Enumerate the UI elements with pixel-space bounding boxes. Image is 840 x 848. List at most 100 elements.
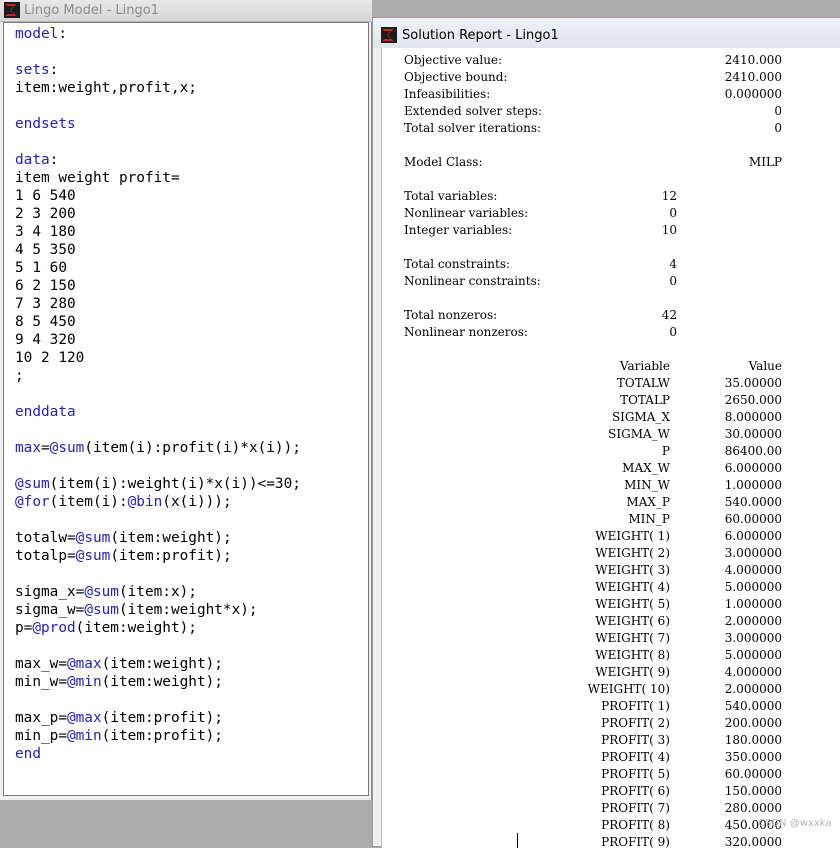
variable-value: 60.00000 (724, 767, 782, 781)
variable-name: TOTALW (616, 376, 670, 390)
report-value: 0 (774, 121, 782, 135)
code-editor[interactable]: model: sets: item:weight,profit,x; endse… (3, 22, 369, 796)
code-text: (item:weight); (110, 530, 232, 546)
code-text: item weight profit= (15, 170, 180, 186)
code-keyword: @prod (32, 620, 76, 636)
variable-value: 2.000000 (724, 614, 782, 628)
report-label: Objective bound: (404, 70, 508, 84)
model-window-titlebar[interactable]: Lingo Model - Lingo1 (0, 0, 372, 22)
variable-value: 540.0000 (724, 495, 782, 509)
code-text: totalp= (15, 548, 76, 564)
model-window[interactable]: Lingo Model - Lingo1 model: sets: item:w… (0, 0, 372, 800)
model-code[interactable]: model: sets: item:weight,profit,x; endse… (15, 25, 301, 763)
report-value: 2410.000 (724, 70, 782, 84)
code-line: 3 4 180 (15, 224, 76, 240)
variable-value: 4.000000 (724, 665, 782, 679)
text-cursor (517, 833, 518, 848)
code-text: (item:profit); (101, 710, 223, 726)
code-text: 2 3 200 (15, 206, 76, 222)
code-line: item weight profit= (15, 170, 180, 186)
code-line: max_p=@max(item:profit); (15, 710, 223, 726)
variable-value: 3.000000 (724, 631, 782, 645)
report-label: Nonlinear nonzeros: (404, 325, 528, 339)
code-line: totalw=@sum(item:weight); (15, 530, 232, 546)
code-text: 9 4 320 (15, 332, 76, 348)
code-keyword: @for (15, 494, 50, 510)
watermark: CSDN @wxxka (758, 818, 832, 829)
code-line: 6 2 150 (15, 278, 76, 294)
report-label: Extended solver steps: (404, 104, 543, 118)
variable-value: 2650.000 (724, 393, 782, 407)
code-text: (item:x); (118, 584, 197, 600)
report-label: Integer variables: (404, 223, 513, 237)
report-text-area[interactable]: Objective value: 2410.000 Objective bound:… (381, 48, 840, 848)
value-column-header: Value (748, 359, 782, 373)
code-line: min_w=@min(item:weight); (15, 674, 223, 690)
variable-name: PROFIT( 1) (601, 699, 670, 713)
code-line: max_w=@max(item:weight); (15, 656, 223, 672)
code-line: data: (15, 152, 58, 168)
code-text: item:weight,profit,x; (15, 80, 197, 96)
code-line: 7 3 280 (15, 296, 76, 312)
variable-name: P (661, 444, 670, 458)
code-keyword: data (15, 152, 50, 168)
code-text: : (58, 26, 67, 42)
report-label: Nonlinear variables: (404, 206, 529, 220)
code-line: 4 5 350 (15, 242, 76, 258)
code-line: enddata (15, 404, 76, 420)
code-keyword: max (15, 440, 41, 456)
report-value: 2410.000 (724, 53, 782, 67)
model-window-title: Lingo Model - Lingo1 (24, 3, 159, 18)
solution-report-window[interactable]: Solution Report - Lingo1 Objective value… (372, 17, 840, 848)
variable-value: 5.000000 (724, 580, 782, 594)
variable-name: MAX_P (626, 495, 670, 509)
code-keyword: @min (66, 728, 102, 744)
report-label: Total constraints: (404, 257, 511, 271)
lingo-app-icon (381, 27, 397, 43)
code-line: item:weight,profit,x; (15, 80, 197, 96)
code-text: (item:weight); (75, 620, 197, 636)
code-text: 1 6 540 (15, 188, 76, 204)
code-text: (item(i):profit(i)*x(i)); (84, 440, 301, 456)
variable-value: 180.0000 (724, 733, 782, 747)
code-line: max=@sum(item(i):profit(i)*x(i)); (15, 440, 301, 456)
report-value: 12 (661, 189, 677, 203)
report-value: 0.000000 (724, 87, 782, 101)
code-line: sigma_x=@sum(item:x); (15, 584, 197, 600)
variable-name: WEIGHT( 8) (595, 648, 670, 662)
report-label: Objective value: (404, 53, 503, 67)
code-line: ; (15, 368, 24, 384)
variable-name: PROFIT( 4) (601, 750, 670, 764)
variable-name: WEIGHT( 3) (595, 563, 670, 577)
variable-value: 86400.00 (724, 444, 782, 458)
variable-name: WEIGHT( 6) (595, 614, 670, 628)
code-text: 6 2 150 (15, 278, 76, 294)
code-text: max_w= (15, 656, 67, 672)
code-text: totalw= (15, 530, 76, 546)
variable-value: 1.000000 (724, 597, 782, 611)
code-line: 10 2 120 (15, 350, 84, 366)
variable-value: 2.000000 (724, 682, 782, 696)
code-keyword: endsets (15, 116, 76, 132)
variable-name: WEIGHT( 9) (595, 665, 670, 679)
report-label: Total nonzeros: (404, 308, 498, 322)
variable-name: TOTALP (620, 393, 670, 407)
code-line: sets: (15, 62, 58, 78)
variable-value: 280.0000 (724, 801, 782, 815)
code-line: @for(item(i):@bin(x(i))); (15, 494, 232, 510)
code-keyword: end (15, 746, 41, 762)
code-line: 2 3 200 (15, 206, 76, 222)
code-keyword: @sum (84, 602, 119, 618)
code-text: (item(i): (49, 494, 128, 510)
code-keyword: @sum (75, 530, 111, 546)
variable-value: 60.00000 (724, 512, 782, 526)
code-keyword: @sum (75, 548, 111, 564)
code-keyword: @sum (15, 476, 50, 492)
report-value: 0 (774, 104, 782, 118)
report-window-titlebar[interactable]: Solution Report - Lingo1 (373, 18, 840, 48)
code-text: p= (15, 620, 33, 636)
code-text: (x(i))); (162, 494, 232, 510)
variable-name: WEIGHT( 1) (595, 529, 670, 543)
report-value: 10 (661, 223, 677, 237)
code-text: max_p= (15, 710, 67, 726)
